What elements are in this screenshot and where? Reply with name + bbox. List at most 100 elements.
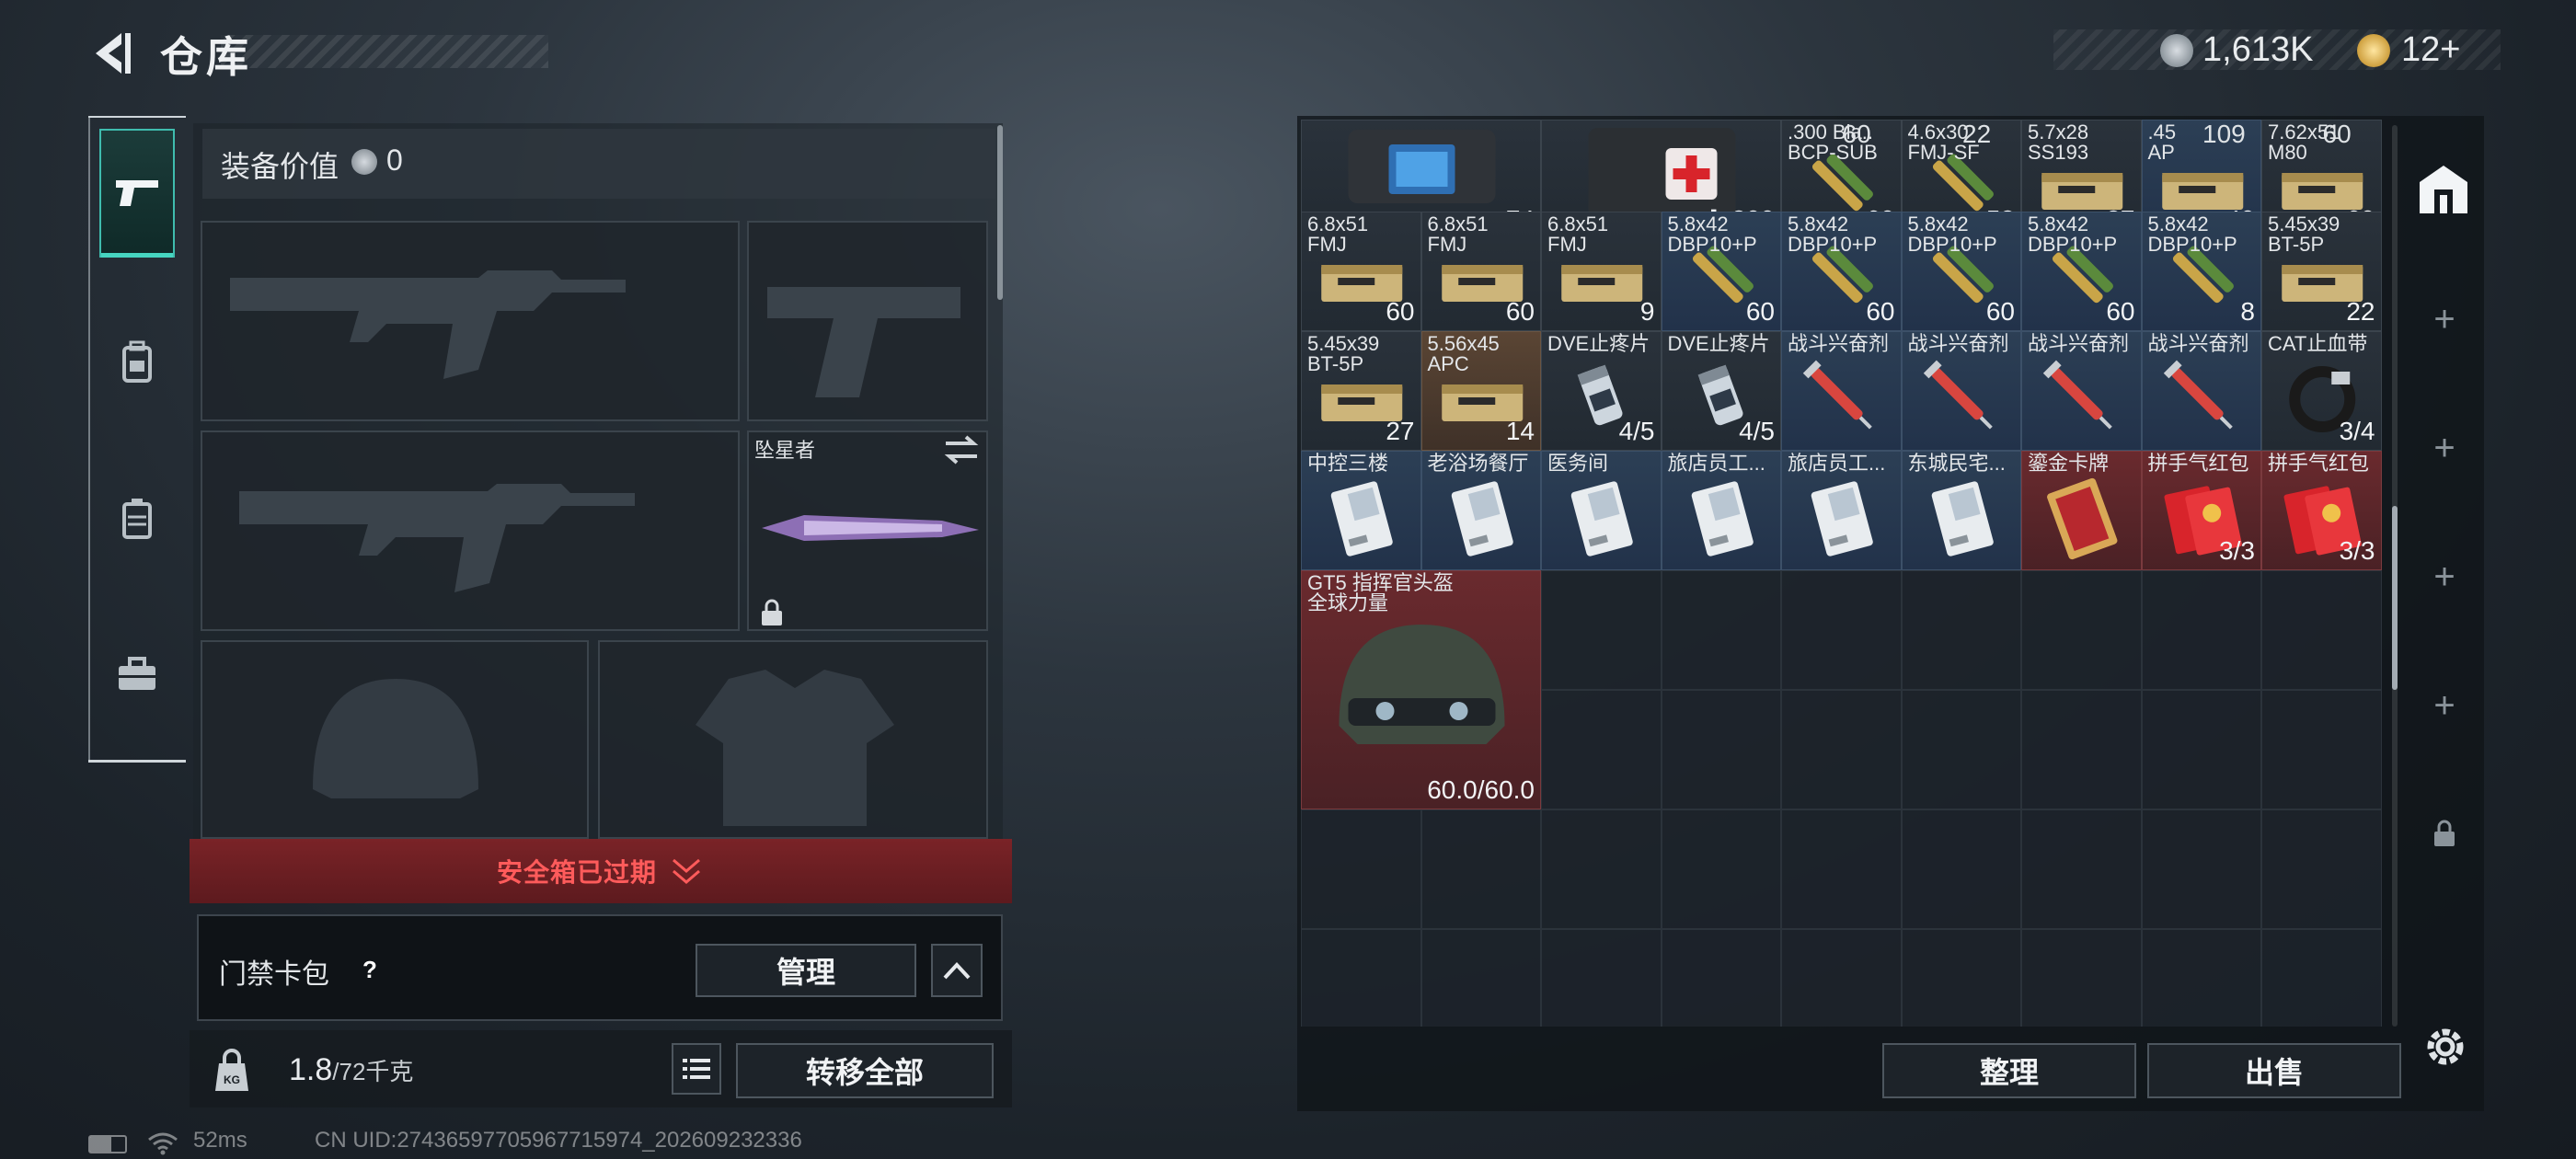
melee-slot-name: 坠星者	[754, 439, 816, 462]
silver-coin-icon	[351, 149, 377, 175]
inventory-item[interactable]: 战斗兴奋剂	[2021, 331, 2142, 451]
item-quantity: 60	[1866, 297, 1895, 326]
inventory-item[interactable]: 中控三楼	[1301, 451, 1421, 570]
back-icon[interactable]	[85, 28, 136, 79]
gold-currency-amount: 12+	[2401, 30, 2461, 69]
helmet-slot[interactable]	[201, 640, 589, 839]
list-view-button[interactable]	[672, 1043, 721, 1095]
sort-button[interactable]: 整理	[1882, 1043, 2136, 1098]
keycard-label: 门禁卡包	[219, 959, 329, 990]
item-name: 医务间	[1547, 452, 1609, 475]
sidearm-slot[interactable]	[747, 221, 988, 421]
partial-item-quantity: 22	[1962, 120, 1992, 148]
collapse-button[interactable]	[931, 944, 983, 997]
inventory-item[interactable]: 5.45x39 BT-5P 22	[2261, 212, 2382, 331]
tab-case[interactable]	[99, 611, 175, 740]
loadout-scrollbar[interactable]	[997, 125, 1003, 300]
empty-cell	[2261, 929, 2382, 1027]
help-icon[interactable]: ?	[350, 951, 390, 988]
item-name: 5.8x42 DBP10+P	[2147, 212, 2237, 256]
empty-cell	[2141, 929, 2261, 1027]
inventory-item[interactable]: 6.8x51 FMJ 9	[1541, 212, 1662, 331]
tab-backpack[interactable]	[99, 298, 175, 427]
secondary-weapon-slot[interactable]	[201, 430, 740, 631]
inventory-item[interactable]: 战斗兴奋剂	[1781, 331, 1902, 451]
manage-button[interactable]: 管理	[696, 944, 916, 997]
empty-cell	[2021, 929, 2142, 1027]
item-name: 旅店员工...	[1788, 452, 1886, 475]
empty-cell	[1781, 570, 1902, 690]
empty-cell	[1781, 809, 1902, 929]
warehouse-tab-icon[interactable]	[2414, 160, 2473, 219]
tab-weapons[interactable]	[99, 129, 175, 258]
inventory-item[interactable]: 5.8x42 DBP10+P 8	[2141, 212, 2261, 331]
inventory-item[interactable]: 5.8x42 DBP10+P 60	[1781, 212, 1902, 331]
armor-slot[interactable]	[598, 640, 988, 839]
equip-value-label: 装备价值	[221, 150, 339, 183]
lock-icon[interactable]	[2431, 819, 2458, 848]
warehouse-scrollbar[interactable]	[2392, 506, 2398, 690]
empty-cell	[1781, 929, 1902, 1027]
item-quantity: 27	[1386, 417, 1415, 445]
inventory-item[interactable]: DVE止疼片 4/5	[1541, 331, 1662, 451]
empty-cell	[1661, 809, 1781, 929]
gear-icon[interactable]	[2420, 1021, 2471, 1073]
add-storage-button[interactable]: +	[2410, 543, 2478, 611]
inventory-item[interactable]: GT5 指挥官头盔 全球力量 60.0/60.0	[1301, 570, 1541, 809]
add-storage-button[interactable]: +	[2410, 671, 2478, 740]
expired-text: 安全箱已过期	[496, 858, 657, 887]
empty-cell	[2261, 570, 2382, 690]
pistol-silhouette-icon	[767, 287, 960, 397]
inventory-item[interactable]: 医务间	[1541, 451, 1662, 570]
empty-cell	[1541, 690, 1662, 809]
sell-button[interactable]: 出售	[2147, 1043, 2401, 1098]
inventory-item[interactable]: 战斗兴奋剂	[2141, 331, 2261, 451]
chevron-up-icon	[943, 962, 971, 980]
helmet-silhouette-icon	[313, 679, 478, 798]
inventory-item[interactable]: 5.8x42 DBP10+P 60	[2021, 212, 2142, 331]
inventory-item[interactable]: 战斗兴奋剂	[1901, 331, 2021, 451]
inventory-item[interactable]: CAT止血带 3/4	[2261, 331, 2382, 451]
safe-box-expired-banner[interactable]: 安全箱已过期	[190, 839, 1012, 903]
item-name: 战斗兴奋剂	[1907, 332, 2009, 355]
inventory-item[interactable]: DVE止疼片 4/5	[1661, 331, 1781, 451]
tab-armor[interactable]	[99, 454, 175, 583]
add-storage-button[interactable]: +	[2410, 414, 2478, 482]
inventory-item[interactable]: 拼手气红包 3/3	[2261, 451, 2382, 570]
primary-weapon-slot[interactable]	[201, 221, 740, 421]
item-name: 6.8x51 FMJ	[1547, 212, 1609, 256]
rifle-silhouette-icon	[239, 484, 635, 592]
inventory-item[interactable]: 拼手气红包 3/3	[2141, 451, 2261, 570]
inventory-item[interactable]: 旅店员工...	[1781, 451, 1902, 570]
inventory-item[interactable]: 6.8x51 FMJ 60	[1301, 212, 1421, 331]
item-name: 5.56x45 APC	[1427, 332, 1500, 375]
item-name: 鎏金卡牌	[2028, 452, 2110, 475]
inventory-item[interactable]: 东城民宅...	[1901, 451, 2021, 570]
swap-icon[interactable]	[942, 434, 981, 465]
inventory-item[interactable]: 鎏金卡牌	[2021, 451, 2142, 570]
item-name: 5.45x39 BT-5P	[1307, 332, 1380, 375]
empty-cell	[1661, 929, 1781, 1027]
empty-cell	[1901, 929, 2021, 1027]
transfer-all-button[interactable]: 转移全部	[736, 1043, 994, 1098]
item-quantity: 60	[1745, 297, 1775, 326]
add-storage-button[interactable]: +	[2410, 285, 2478, 353]
lock-icon	[762, 599, 782, 625]
empty-cell	[1661, 570, 1781, 690]
weight-capacity: /72千克	[332, 1058, 414, 1085]
empty-cell	[2141, 809, 2261, 929]
inventory-item[interactable]: 5.56x45 APC 14	[1420, 331, 1541, 451]
item-quantity: 60.0/60.0	[1427, 775, 1535, 804]
inventory-item[interactable]: 旅店员工...	[1661, 451, 1781, 570]
inventory-item[interactable]: 6.8x51 FMJ 60	[1420, 212, 1541, 331]
item-quantity: 3/4	[2339, 417, 2375, 445]
empty-cell	[1301, 809, 1421, 929]
title-stripes	[221, 35, 548, 68]
inventory-item[interactable]: 5.45x39 BT-5P 27	[1301, 331, 1421, 451]
svg-text:KG: KG	[224, 1073, 240, 1086]
inventory-item[interactable]: 5.8x42 DBP10+P 60	[1661, 212, 1781, 331]
inventory-item[interactable]: 5.8x42 DBP10+P 60	[1901, 212, 2021, 331]
item-quantity: 60	[1505, 297, 1535, 326]
inventory-item[interactable]: 老浴场餐厅	[1420, 451, 1541, 570]
item-name: 中控三楼	[1307, 452, 1389, 475]
